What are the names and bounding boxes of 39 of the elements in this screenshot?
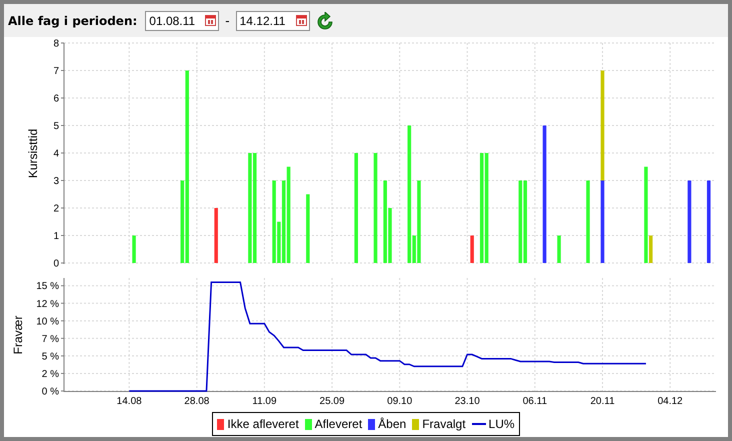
axis-label: 04.12	[658, 396, 683, 407]
axis-title: Fravær	[11, 316, 25, 354]
date-field[interactable]: 01.08.11	[145, 10, 220, 30]
axis-label: 06.11	[522, 396, 548, 407]
axis-label: 14.08	[116, 396, 142, 407]
axis-label: 6	[53, 94, 59, 104]
period-label: Alle fag i perioden:	[8, 14, 138, 28]
axis-label: 5	[53, 121, 59, 132]
range-separator: -	[225, 13, 230, 28]
axis-label: 5 %	[42, 351, 59, 362]
axis-label: 8	[53, 38, 59, 50]
calendar-icon[interactable]	[205, 14, 216, 26]
axis-label: 2	[53, 204, 59, 214]
date-field[interactable]: 14.12.11	[236, 10, 310, 30]
axis-label: 25.09	[320, 396, 345, 407]
axis-label: 28.08	[184, 396, 210, 407]
axis-label: 3	[53, 176, 59, 187]
axis-label: 2 %	[42, 368, 59, 380]
axis-label: 0	[53, 258, 59, 270]
legend-label: LU%	[488, 417, 515, 431]
axis-label: 4	[53, 148, 59, 160]
legend-label: Ikke afleveret	[227, 417, 299, 431]
axis-label: 12 %	[36, 298, 59, 310]
axis-label: 7	[53, 66, 59, 77]
axis-title: Kursisttid	[26, 128, 40, 178]
refresh-icon[interactable]	[316, 12, 334, 30]
axis-label: 23.10	[454, 396, 480, 407]
legend-label: Afleveret	[314, 417, 362, 431]
legend-label: Fravalgt	[422, 417, 466, 431]
axis-label: 0 %	[42, 386, 59, 398]
axis-label: 1	[53, 231, 59, 242]
axis-label: 15 %	[36, 281, 59, 292]
legend-label: Åben	[378, 417, 406, 431]
axis-label: 20.11	[590, 396, 615, 407]
axis-label: 10 %	[36, 316, 59, 328]
axis-label: 11.09	[252, 396, 277, 407]
axis-label: 7 %	[42, 334, 59, 345]
calendar-icon[interactable]	[296, 14, 307, 26]
axis-label: 09.10	[387, 396, 412, 407]
